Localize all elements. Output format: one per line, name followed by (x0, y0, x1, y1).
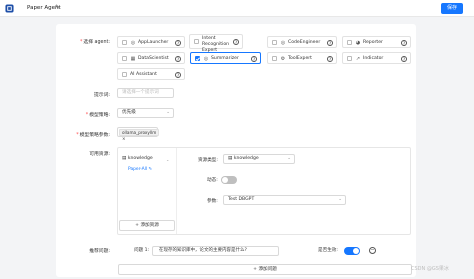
add-question-button[interactable]: + 添加问题 (118, 264, 412, 275)
resource-item[interactable]: Paper-All ✎ (128, 167, 152, 172)
dynamic-label: 动态: (207, 178, 218, 183)
effective-label: 是否生效: (318, 248, 338, 253)
edit-title-icon[interactable]: ✎ (55, 4, 60, 11)
agent-option-summarizer[interactable]: ◎ Summarizer ? (190, 52, 261, 64)
model-strategy-select[interactable]: 优先级 ⌄ (117, 108, 174, 118)
data-icon: ▦ (130, 56, 136, 62)
effective-toggle[interactable] (344, 247, 360, 255)
resource-type-item[interactable]: ▤ knowledge (122, 156, 153, 161)
agent-name: ToolExpert (288, 56, 312, 61)
info-icon[interactable]: ? (401, 56, 407, 62)
code-icon: ◎ (280, 40, 286, 46)
agent-checkbox[interactable] (122, 72, 127, 77)
info-icon[interactable]: ? (175, 40, 181, 46)
app-logo-icon (5, 4, 14, 13)
save-button[interactable]: 保存 (441, 3, 463, 14)
params-label: 参数: (207, 199, 218, 204)
agent-checkbox[interactable] (272, 56, 277, 61)
info-icon[interactable]: ? (327, 40, 333, 46)
resources-label: 可用资源: (89, 152, 110, 157)
chevron-down-icon: ⌄ (166, 157, 170, 162)
add-resource-button[interactable]: + 添加资源 (119, 220, 175, 231)
agent-option-reporter[interactable]: ◕ Reporter ? (342, 36, 411, 48)
agent-option-intent-recognition[interactable]: Intent Recognition Expert ? (189, 34, 243, 53)
app-icon: ◎ (130, 40, 136, 46)
question-input[interactable]: 在现存的知识库中，论文的主要内容是什么? (152, 246, 279, 256)
agent-name: Summarizer (211, 56, 239, 61)
agent-name: AI Assistant (130, 72, 157, 77)
info-icon[interactable]: ? (175, 56, 181, 62)
model-strategy-label: *模型策略: (85, 113, 110, 118)
selected-model-tag: ollama_proxyllm × (119, 128, 160, 141)
agent-option-codeengineer[interactable]: ◎ CodeEngineer ? (267, 36, 337, 48)
prompt-placeholder: 请选择一个提示词 (122, 90, 159, 95)
agent-name: Indicator (363, 56, 384, 61)
database-icon: ▤ (228, 156, 233, 161)
agent-name: Reporter (363, 40, 383, 45)
model-strategy-value: 优先级 (122, 110, 136, 115)
resource-type-select[interactable]: ▤ knowledge ⌄ (223, 154, 295, 164)
database-icon: ▤ (122, 156, 127, 161)
dynamic-toggle[interactable] (221, 176, 237, 184)
agent-name: AppLauncher (138, 40, 169, 45)
params-select[interactable]: Test DBGPT ⌄ (223, 195, 346, 205)
agent-checkbox[interactable] (272, 40, 277, 45)
agent-select-label: *选择 agent: (80, 40, 110, 45)
strategy-params-select[interactable]: ollama_proxyllm × (117, 127, 160, 141)
info-icon[interactable]: ? (175, 72, 181, 78)
watermark: CSDN @GS果冰 (411, 266, 449, 272)
resource-panel: ▤ knowledge ⌄ Paper-All ✎ 资源类型: ▤ knowle… (117, 147, 411, 235)
agent-option-toolexpert[interactable]: ⚙ ToolExpert ? (267, 52, 337, 64)
strategy-params-label: *模型策略参数: (76, 133, 110, 138)
top-bar: Paper Agent ✎ 保存 (0, 0, 474, 17)
remove-question-icon[interactable]: − (369, 247, 376, 254)
chevron-down-icon: ⌄ (166, 110, 170, 115)
agent-option-ai-assistant[interactable]: AI Assistant ? (117, 68, 185, 80)
agent-option-indicator[interactable]: ↗ Indicator ? (342, 52, 411, 64)
chevron-down-icon: ⌄ (338, 197, 342, 202)
question-number: 问题 1: (134, 248, 150, 253)
agent-name: DataScientist (138, 56, 169, 61)
agent-option-datascientist[interactable]: ▦ DataScientist ? (117, 52, 185, 64)
agent-option-applauncher[interactable]: ◎ AppLauncher ? (117, 36, 185, 48)
info-icon[interactable]: ? (251, 56, 257, 62)
agent-name: CodeEngineer (288, 40, 321, 45)
tool-icon: ⚙ (280, 56, 286, 62)
resource-type-label: 资源类型: (198, 158, 218, 163)
agent-checkbox-checked[interactable] (195, 56, 200, 61)
agent-checkbox[interactable] (122, 40, 127, 45)
prompt-label: 提示词: (93, 93, 110, 98)
indicator-icon: ↗ (355, 56, 361, 62)
info-icon[interactable]: ? (327, 56, 333, 62)
info-icon[interactable]: ? (401, 40, 407, 46)
edit-icon[interactable]: ✎ (149, 167, 153, 172)
info-icon[interactable]: ? (233, 39, 239, 45)
report-icon: ◕ (355, 40, 361, 46)
recommend-label: 推荐问题: (89, 249, 110, 254)
prompt-select[interactable]: 请选择一个提示词 (117, 88, 174, 98)
tag-close-icon[interactable]: × (122, 136, 126, 141)
summarize-icon: ◎ (203, 56, 209, 62)
agent-checkbox[interactable] (347, 40, 352, 45)
agent-checkbox[interactable] (122, 56, 127, 61)
chevron-down-icon: ⌄ (287, 156, 291, 161)
agent-checkbox[interactable] (194, 39, 199, 44)
agent-checkbox[interactable] (347, 56, 352, 61)
